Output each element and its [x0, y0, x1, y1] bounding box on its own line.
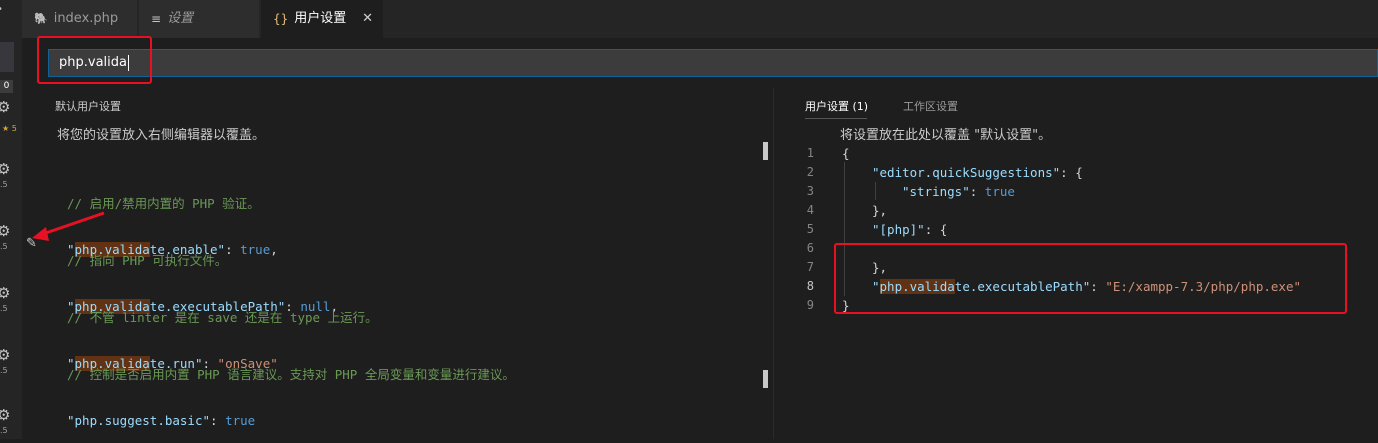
more-menu-item[interactable]: • — [0, 0, 22, 36]
close-icon[interactable]: ✕ — [362, 0, 373, 38]
code-line[interactable]: }, — [872, 203, 887, 218]
line-number: 5 — [806, 222, 814, 236]
code-line[interactable]: "editor.quickSuggestions": { — [872, 165, 1083, 180]
rating-badge: ★ 5 — [2, 124, 17, 133]
version-label: .5 — [0, 180, 8, 189]
search-match: php.valida — [879, 279, 955, 294]
gear-icon[interactable]: ⚙ — [0, 406, 10, 424]
active-tab-underline — [805, 118, 867, 119]
code-line[interactable]: "strings": true — [902, 184, 1015, 199]
gear-icon[interactable]: ⚙ — [0, 346, 10, 364]
scrollbar-marker[interactable] — [763, 142, 768, 160]
count-badge: 0 — [0, 80, 13, 93]
gear-icon[interactable]: ⚙ — [0, 160, 10, 178]
settings-search-area: php.valida — [22, 38, 1378, 88]
default-settings-description: 将您的设置放入右侧编辑器以覆盖。 — [57, 128, 266, 143]
line-number: 4 — [806, 203, 814, 217]
tab-label: 设置 — [167, 11, 194, 26]
php-elephant-icon: 🐘 — [34, 12, 48, 25]
gear-icon[interactable]: ⚙ — [0, 98, 10, 116]
indent-guide — [875, 182, 876, 200]
search-value: php.valida — [59, 55, 127, 70]
tab-label: index.php — [53, 11, 119, 26]
setting-comment: // 控制是否启用内置 PHP 语言建议。支持对 PHP 全局变量和变量进行建议… — [67, 367, 515, 382]
tab-index-php[interactable]: 🐘 index.php — [22, 0, 138, 38]
code-line[interactable]: } — [842, 298, 850, 313]
tab-label: 用户设置 — [294, 11, 347, 26]
gear-icon[interactable]: ⚙ — [0, 222, 10, 240]
extension-manage-3[interactable]: ⚙ .5 — [0, 222, 22, 258]
tab-settings[interactable]: ≡ 设置 — [139, 0, 260, 38]
version-label: .5 — [0, 426, 8, 435]
code-line[interactable]: }, — [872, 260, 887, 275]
code-line[interactable]: { — [842, 146, 850, 161]
extension-manage-5[interactable]: ⚙ .5 — [0, 346, 22, 382]
line-number: 3 — [806, 184, 814, 198]
version-label: .5 — [0, 242, 8, 251]
code-line-current[interactable]: "php.validate.executablePath": "E:/xampp… — [872, 279, 1301, 294]
default-setting-4[interactable]: // 控制是否启用内置 PHP 语言建议。支持对 PHP 全局变量和变量进行建议… — [67, 334, 515, 443]
text-caret — [127, 54, 129, 71]
tab-workspace-settings[interactable]: 工作区设置 — [903, 98, 958, 114]
extension-manage-6[interactable]: ⚙ .5 — [0, 406, 22, 442]
setting-comment: // 不管 linter 是在 save 还是在 type 上运行。 — [67, 310, 378, 325]
extension-manage-4[interactable]: ⚙ .5 — [0, 284, 22, 320]
editor-tab-bar: 🐘 index.php ≡ 设置 {} 用户设置 ✕ — [22, 0, 1378, 38]
gear-icon[interactable]: ⚙ — [0, 284, 10, 302]
tab-user-settings-pane[interactable]: 用户设置 (1) — [805, 98, 868, 114]
braces-icon: {} — [273, 12, 289, 26]
user-settings-description: 将设置放在此处以覆盖 "默认设置"。 — [840, 128, 1052, 143]
setting-value: true — [225, 413, 256, 428]
settings-search-input[interactable]: php.valida — [48, 49, 1378, 77]
default-settings-header: 默认用户设置 — [55, 100, 121, 113]
version-label: .5 — [0, 304, 8, 313]
code-line[interactable]: "[php]": { — [872, 222, 947, 237]
tab-user-settings[interactable]: {} 用户设置 ✕ — [261, 0, 384, 38]
line-number: 7 — [806, 260, 814, 274]
dots-icon: • — [0, 4, 3, 15]
pencil-edit-icon[interactable]: ✎ — [26, 236, 37, 251]
line-number: 2 — [806, 165, 814, 179]
scrollbar-marker[interactable] — [763, 370, 768, 388]
setting-key: php.suggest.basic — [74, 413, 203, 428]
selected-item-strip — [0, 42, 14, 72]
editor-split-divider[interactable] — [773, 88, 774, 439]
line-number: 6 — [806, 241, 814, 255]
line-number: 1 — [806, 146, 814, 160]
lines-icon: ≡ — [151, 12, 162, 26]
line-number: 9 — [806, 298, 814, 312]
indent-guide — [844, 162, 845, 296]
extensions-sidebar-edge: • 0 ⚙ ★ 5 ⚙ .5 ⚙ .5 ⚙ .5 ⚙ .5 ⚙ .5 — [0, 0, 22, 439]
extension-manage-2[interactable]: ⚙ .5 — [0, 160, 22, 196]
version-label: .5 — [0, 366, 8, 375]
line-number-current: 8 — [806, 279, 814, 293]
